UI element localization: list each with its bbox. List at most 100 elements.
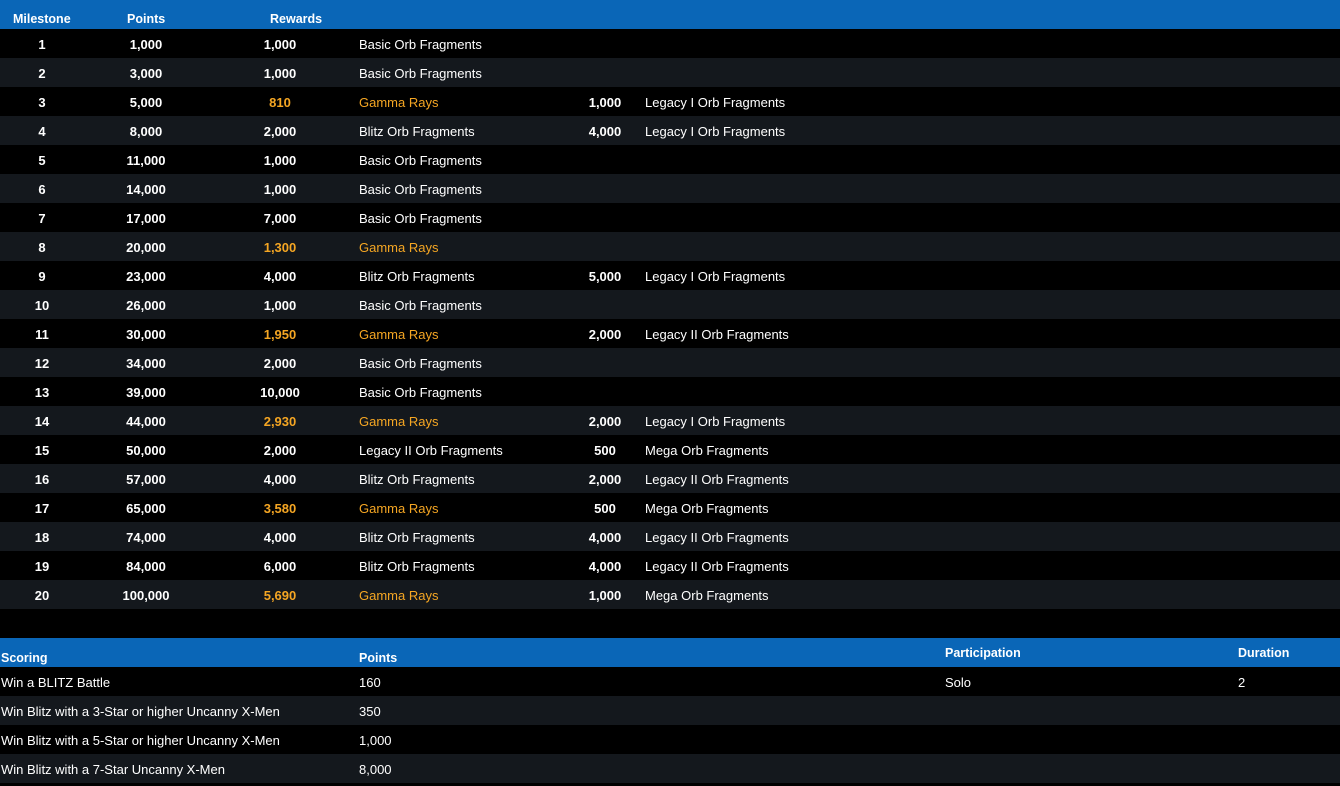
milestone-points: 5,000 [129,95,163,110]
reward-1-amount: 810 [269,95,291,110]
reward-1-amount: 4,000 [263,530,297,545]
reward-1-name: Basic Orb Fragments [359,298,482,313]
reward-1-amount: 1,300 [263,240,297,255]
milestone-number: 7 [38,211,46,226]
milestone-row: 2 3,000 1,000 Basic Orb Fragments [0,58,1340,87]
reward-1-amount: 2,000 [263,356,297,371]
reward-2-amount: 4,000 [588,559,622,574]
reward-2-name: Legacy I Orb Fragments [645,269,786,284]
points-column-header: Points [127,12,166,26]
scoring-table: Win a BLITZ Battle 160 Solo 2 Win Blitz with… [0,667,1340,783]
milestones-table: 1 1,000 1,000 Basic Orb Fragments 2 3,000 1,00… [0,29,1340,609]
reward-2-name: Legacy I Orb Fragments [645,124,786,139]
milestone-number: 14 [34,414,50,429]
reward-1-amount: 4,000 [263,472,297,487]
milestone-number: 3 [38,95,46,110]
reward-1-name: Basic Orb Fragments [359,385,482,400]
reward-1-amount: 1,000 [263,37,297,52]
milestone-number: 19 [34,559,50,574]
milestone-row: 18 74,000 4,000 Blitz Orb Fragments 4,000 Leg… [0,522,1340,551]
reward-1-amount: 10,000 [260,385,300,400]
scoring-action: Win Blitz with a 5-Star or higher Uncann… [1,733,280,748]
milestone-points: 17,000 [126,211,166,226]
scoring-action: Win Blitz with a 3-Star or higher Uncann… [1,704,280,719]
milestone-row: 6 14,000 1,000 Basic Orb Fragments [0,174,1340,203]
reward-2-name: Legacy I Orb Fragments [645,95,786,110]
milestone-points: 100,000 [122,588,170,603]
reward-1-name: Basic Orb Fragments [359,356,482,371]
scoring-row: Win Blitz with a 3-Star or higher Uncann… [0,696,1340,725]
reward-2-name: Legacy II Orb Fragments [645,327,789,342]
milestone-points: 30,000 [126,327,166,342]
reward-1-amount: 2,930 [263,414,297,429]
milestone-row: 16 57,000 4,000 Blitz Orb Fragments 2,000 Leg… [0,464,1340,493]
milestone-points: 3,000 [129,66,163,81]
scoring-row: Win a BLITZ Battle 160 Solo 2 [0,667,1340,696]
reward-1-amount: 1,950 [263,327,297,342]
reward-2-name: Legacy I Orb Fragments [645,414,786,429]
milestone-points: 14,000 [126,182,166,197]
milestone-number: 16 [34,472,50,487]
milestone-points: 50,000 [126,443,166,458]
milestone-points: 8,000 [129,124,163,139]
reward-1-amount: 3,580 [263,501,297,516]
milestone-row: 12 34,000 2,000 Basic Orb Fragments [0,348,1340,377]
milestone-row: 20 100,000 5,690 Gamma Rays 1,000 Mega Orb Fr… [0,580,1340,609]
reward-2-amount: 2,000 [588,327,622,342]
milestone-points: 84,000 [126,559,166,574]
milestone-number: 9 [38,269,46,284]
milestone-points: 1,000 [129,37,163,52]
milestone-points: 26,000 [126,298,166,313]
reward-1-name: Gamma Rays [359,327,439,342]
reward-2-amount: 4,000 [588,530,622,545]
milestone-number: 10 [34,298,50,313]
scoring-participation: Solo [945,675,972,690]
reward-1-amount: 6,000 [263,559,297,574]
milestone-points: 20,000 [126,240,166,255]
reward-2-amount: 2,000 [588,414,622,429]
reward-2-amount: 1,000 [588,95,622,110]
reward-1-amount: 1,000 [263,182,297,197]
scoring-points: 160 [359,675,381,690]
reward-1-name: Basic Orb Fragments [359,153,482,168]
scoring-row: Win Blitz with a 7-Star Uncanny X-Men 8,0… [0,754,1340,783]
milestone-row: 14 44,000 2,930 Gamma Rays 2,000 Legacy I Orb… [0,406,1340,435]
reward-1-name: Gamma Rays [359,95,439,110]
reward-1-name: Gamma Rays [359,501,439,516]
participation-column-header: Participation [945,646,1021,660]
milestone-points: 11,000 [126,153,166,168]
milestone-row: 15 50,000 2,000 Legacy II Orb Fragments 500 M… [0,435,1340,464]
milestone-row: 17 65,000 3,580 Gamma Rays 500 Mega Orb Fragm… [0,493,1340,522]
milestone-number: 4 [38,124,46,139]
reward-1-amount: 2,000 [263,443,297,458]
scoring-duration: 2 [1238,675,1246,690]
milestone-points: 74,000 [126,530,166,545]
reward-1-amount: 4,000 [263,269,297,284]
reward-2-amount: 1,000 [588,588,622,603]
reward-2-amount: 2,000 [588,472,622,487]
milestone-points: 23,000 [126,269,166,284]
scoring-action: Win a BLITZ Battle [1,675,111,690]
milestone-row: 3 5,000 810 Gamma Rays 1,000 Legacy I Orb Fra… [0,87,1340,116]
milestones-header: Milestone Points Rewards [0,0,1340,29]
reward-1-name: Blitz Orb Fragments [359,559,475,574]
reward-2-name: Legacy II Orb Fragments [645,530,789,545]
reward-1-name: Blitz Orb Fragments [359,269,475,284]
milestone-number: 18 [34,530,50,545]
milestone-column-header: Milestone [13,12,71,26]
milestone-row: 5 11,000 1,000 Basic Orb Fragments [0,145,1340,174]
milestone-points: 57,000 [126,472,166,487]
reward-2-amount: 5,000 [588,269,622,284]
reward-1-amount: 2,000 [263,124,297,139]
reward-2-name: Legacy II Orb Fragments [645,472,789,487]
milestone-number: 5 [38,153,46,168]
reward-2-amount: 500 [594,501,616,516]
milestone-number: 15 [34,443,50,458]
milestone-number: 17 [34,501,50,516]
reward-1-name: Gamma Rays [359,588,439,603]
reward-1-name: Basic Orb Fragments [359,211,482,226]
reward-1-amount: 5,690 [263,588,297,603]
milestone-row: 10 26,000 1,000 Basic Orb Fragments [0,290,1340,319]
scoring-points: 1,000 [359,733,392,748]
duration-column-header: Duration [1238,646,1290,660]
